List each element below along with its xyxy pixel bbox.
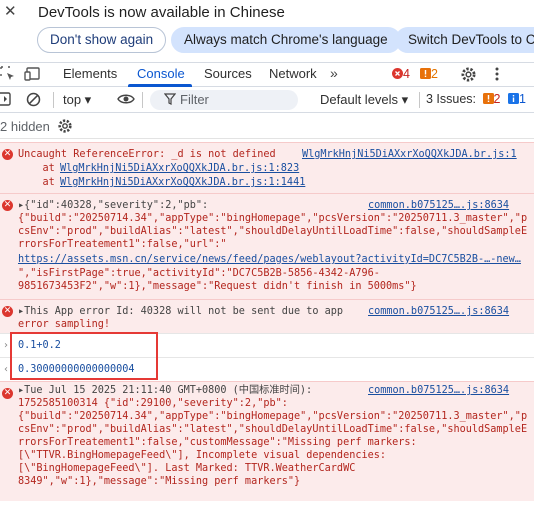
input-chevron-icon: ›	[4, 340, 8, 351]
message-text: csEnv":"prod","buildAlias":"latest","sho…	[18, 226, 528, 237]
context-selector[interactable]: top ▾	[63, 92, 91, 108]
error-icon	[392, 68, 403, 79]
url-link[interactable]: https://assets.msn.cn/service/news/feed/…	[18, 254, 521, 267]
match-chrome-language-button[interactable]: Always match Chrome's language	[171, 27, 401, 53]
hidden-messages-row: 2 hidden	[0, 113, 534, 139]
infobar-message: DevTools is now available in Chinese	[38, 4, 285, 21]
error-icon: ✕	[2, 200, 13, 211]
filter-funnel-icon	[163, 93, 177, 108]
clear-console-icon[interactable]	[26, 92, 41, 110]
red-highlight-box	[10, 332, 158, 380]
console-error-message: ✕ Uncaught ReferenceError: _d is not def…	[0, 142, 534, 193]
console-error-message: ✕ ▸{"id":40328,"severity":2,"pb": common…	[0, 193, 534, 299]
stack-link[interactable]: WlgMrkHnjNi5DiAXxrXoQQXkJDA.br.js:1:1441	[60, 177, 305, 190]
message-text: {"build":"20250714.34","appType":"bingHo…	[18, 213, 528, 224]
message-text: ","isFirstPage":true,"activityId":"DC7C5…	[18, 268, 380, 279]
warning-count-badge[interactable]: 2	[420, 67, 438, 81]
source-link[interactable]: WlgMrkHnjNi5DiAXxrXoQQXkJDA.br.js:1	[302, 149, 517, 162]
message-text: rrorsForTreatement1":false,"customMessag…	[18, 437, 417, 448]
tab-network[interactable]: Network	[269, 66, 317, 81]
error-icon: ✕	[2, 149, 13, 160]
source-link[interactable]: common.b075125….js:8634	[368, 306, 509, 319]
message-text: error sampling!	[18, 319, 111, 330]
issues-counter[interactable]: 3 Issues: 2 1	[426, 92, 526, 106]
log-levels-dropdown[interactable]: Default levels ▾	[320, 92, 408, 108]
issue-error-icon	[482, 93, 494, 104]
inspect-element-icon[interactable]	[0, 66, 18, 84]
expandable-object[interactable]: ▸{"id":40328,"severity":2,"pb":	[18, 200, 208, 213]
devtools-tabbar: Elements Console Sources Network » 4 2	[0, 62, 534, 87]
warning-icon	[420, 68, 431, 79]
stack-prefix: at	[18, 163, 61, 174]
filter-input[interactable]: Filter	[150, 90, 298, 110]
toolbar-divider	[53, 92, 54, 108]
message-text: [\"TTVR.BingHomepageFeed\"], Incomplete …	[18, 450, 387, 461]
device-toolbar-icon[interactable]	[24, 66, 42, 84]
language-infobar: ✕ DevTools is now available in Chinese D…	[0, 0, 534, 62]
message-text: 9851673453F2","w":1},"message":"Request …	[18, 281, 417, 292]
message-text: 8349","w":1},"message":"Missing perf mar…	[18, 476, 301, 487]
message-text: [\"BingHomepageFeed\"]. Last Marked: TTV…	[18, 463, 356, 474]
filter-placeholder: Filter	[180, 92, 209, 107]
toolbar-divider	[142, 92, 143, 108]
stack-prefix: at	[18, 177, 61, 188]
switch-devtools-language-button[interactable]: Switch DevTools to Ch	[395, 27, 534, 53]
console-settings-gear-icon[interactable]	[57, 118, 73, 137]
error-icon: ✕	[2, 306, 13, 317]
message-text: {"build":"20250714.34","appType":"bingHo…	[18, 411, 528, 422]
hidden-count[interactable]: 2 hidden	[0, 119, 50, 134]
live-expression-eye-icon[interactable]	[117, 92, 135, 109]
expandable-message[interactable]: ▸This App error Id: 40328 will not be se…	[18, 306, 343, 319]
settings-gear-icon[interactable]	[460, 66, 477, 86]
tab-elements[interactable]: Elements	[63, 66, 117, 81]
message-text: csEnv":"prod","buildAlias":"latest","sho…	[18, 424, 528, 435]
source-link[interactable]: common.b075125….js:8634	[368, 385, 509, 398]
message-text: 1752585100314 {"id":29100,"severity":2,"…	[18, 398, 288, 409]
message-text: Uncaught ReferenceError: _d is not defin…	[18, 149, 276, 160]
console-error-message: ✕ ▸This App error Id: 40328 will not be …	[0, 299, 534, 333]
expandable-message[interactable]: ▸Tue Jul 15 2025 21:11:40 GMT+0800 (中国标准…	[18, 385, 312, 398]
message-text: rrorsForTreatement1":false,"url":"	[18, 239, 227, 250]
error-count-badge[interactable]: 4	[392, 67, 410, 81]
tab-sources[interactable]: Sources	[204, 66, 252, 81]
close-icon[interactable]: ✕	[4, 4, 20, 20]
dont-show-again-button[interactable]: Don't show again	[37, 27, 167, 53]
output-chevron-icon: ‹	[4, 364, 8, 375]
tab-console[interactable]: Console	[137, 66, 185, 81]
error-icon: ✕	[2, 388, 13, 399]
show-sidebar-icon[interactable]	[0, 92, 12, 109]
more-tabs-icon[interactable]: »	[330, 65, 338, 81]
toolbar-divider	[419, 92, 420, 108]
more-options-icon[interactable]	[494, 66, 500, 85]
issue-info-icon	[507, 93, 519, 104]
console-toolbar: top ▾ Filter Default levels ▾ 3 Issues: …	[0, 87, 534, 113]
source-link[interactable]: common.b075125….js:8634	[368, 200, 509, 213]
stack-link[interactable]: WlgMrkHnjNi5DiAXxrXoQQXkJDA.br.js:1:823	[60, 163, 299, 176]
console-error-message: ✕ ▸Tue Jul 15 2025 21:11:40 GMT+0800 (中国…	[0, 381, 534, 501]
